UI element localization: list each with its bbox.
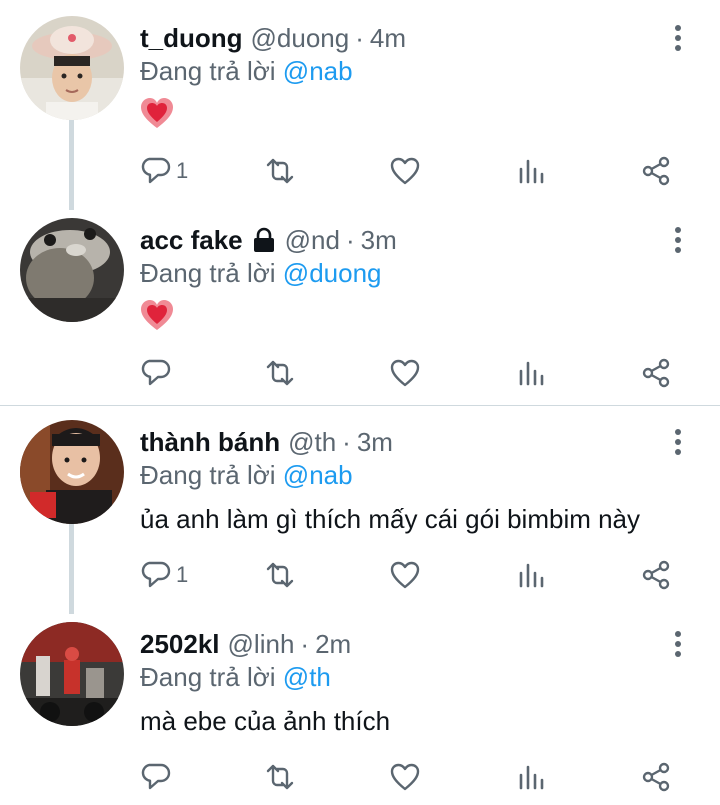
more-icon[interactable] bbox=[666, 24, 690, 52]
views-button[interactable] bbox=[516, 558, 548, 592]
share-button[interactable] bbox=[640, 558, 672, 592]
replying-to: Đang trả lời @nab bbox=[140, 56, 353, 87]
reply-button[interactable]: 1 bbox=[140, 558, 188, 592]
views-icon bbox=[519, 765, 544, 790]
retweet-icon bbox=[266, 360, 294, 386]
avatar[interactable] bbox=[20, 622, 124, 726]
more-icon[interactable] bbox=[666, 428, 690, 456]
replying-prefix: Đang trả lời bbox=[140, 460, 276, 490]
like-button[interactable] bbox=[389, 356, 421, 390]
timestamp[interactable]: 3m bbox=[357, 427, 393, 458]
mention-link[interactable]: @nab bbox=[283, 56, 353, 86]
separator-dot: · bbox=[355, 22, 364, 53]
display-name[interactable]: thành bánh bbox=[140, 427, 280, 458]
tweet-header: 2502kl @linh · 2m bbox=[140, 624, 351, 664]
share-icon bbox=[642, 762, 670, 792]
like-button[interactable] bbox=[389, 558, 421, 592]
tweet[interactable]: 2502kl @linh · 2m Đang trả lời @th mà eb… bbox=[0, 606, 720, 805]
retweet-button[interactable] bbox=[264, 154, 296, 188]
replying-prefix: Đang trả lời bbox=[140, 258, 276, 288]
separator-dot: · bbox=[300, 628, 310, 659]
display-name[interactable]: 2502kl bbox=[140, 629, 220, 660]
reply-count: 1 bbox=[176, 562, 189, 587]
like-icon bbox=[390, 561, 420, 589]
lock-icon bbox=[253, 227, 274, 252]
tweet-text: ủa anh làm gì thích mấy cái gói bimbim n… bbox=[140, 504, 641, 534]
user-handle[interactable]: @linh bbox=[228, 629, 295, 660]
reply-icon bbox=[141, 763, 171, 790]
action-bar bbox=[0, 758, 720, 798]
reply-icon bbox=[141, 157, 171, 184]
share-icon bbox=[642, 358, 670, 388]
tweet-text: mà ebe của ảnh thích bbox=[140, 706, 391, 736]
display-name[interactable]: t_duong bbox=[140, 23, 243, 54]
reply-button[interactable] bbox=[140, 356, 176, 390]
views-icon bbox=[519, 159, 544, 184]
user-handle[interactable]: @th bbox=[288, 427, 336, 458]
retweet-button[interactable] bbox=[264, 558, 296, 592]
separator-dot: · bbox=[345, 224, 355, 255]
retweet-icon bbox=[266, 764, 294, 790]
views-button[interactable] bbox=[516, 154, 548, 188]
views-button[interactable] bbox=[516, 760, 548, 794]
user-handle[interactable]: @nd bbox=[285, 225, 340, 256]
display-name[interactable]: acc fake bbox=[140, 225, 243, 256]
user-handle[interactable]: @duong bbox=[251, 23, 350, 54]
views-icon bbox=[519, 361, 544, 386]
tweet-header: t_duong @duong · 4m bbox=[140, 18, 406, 58]
reply-icon bbox=[141, 359, 171, 386]
more-icon[interactable] bbox=[666, 226, 690, 254]
share-button[interactable] bbox=[640, 760, 672, 794]
tweet[interactable]: thành bánh @th · 3m Đang trả lời @nab ủa… bbox=[0, 404, 720, 614]
tweet[interactable]: acc fake @nd · 3m Đang trả lời @duong bbox=[0, 202, 720, 404]
avatar[interactable] bbox=[20, 218, 124, 322]
retweet-button[interactable] bbox=[264, 760, 296, 794]
tweet-header: thành bánh @th · 3m bbox=[140, 422, 393, 462]
timestamp[interactable]: 2m bbox=[315, 629, 351, 660]
like-icon bbox=[390, 763, 420, 791]
reply-count: 1 bbox=[176, 158, 189, 183]
action-bar: 1 bbox=[0, 152, 720, 192]
more-icon[interactable] bbox=[666, 630, 690, 658]
replying-prefix: Đang trả lời bbox=[140, 56, 276, 86]
mention-link[interactable]: @th bbox=[283, 662, 331, 692]
share-button[interactable] bbox=[640, 356, 672, 390]
timestamp[interactable]: 4m bbox=[370, 23, 406, 54]
reply-icon bbox=[141, 561, 171, 588]
retweet-icon bbox=[266, 562, 294, 588]
action-bar bbox=[0, 354, 720, 394]
timestamp[interactable]: 3m bbox=[361, 225, 397, 256]
heart-emoji bbox=[141, 300, 173, 330]
like-icon bbox=[390, 157, 420, 185]
reply-button[interactable] bbox=[140, 760, 176, 794]
like-button[interactable] bbox=[389, 760, 421, 794]
share-button[interactable] bbox=[640, 154, 672, 188]
like-button[interactable] bbox=[389, 154, 421, 188]
like-icon bbox=[390, 359, 420, 387]
views-button[interactable] bbox=[516, 356, 548, 390]
replying-to: Đang trả lời @duong bbox=[140, 258, 382, 289]
action-bar: 1 bbox=[0, 556, 720, 596]
mention-link[interactable]: @nab bbox=[283, 460, 353, 490]
views-icon bbox=[519, 563, 544, 588]
reply-button[interactable]: 1 bbox=[140, 154, 188, 188]
replying-to: Đang trả lời @nab bbox=[140, 460, 353, 491]
tweet[interactable]: t_duong @duong · 4m Đang trả lời @nab 1 bbox=[0, 0, 720, 210]
separator-dot: · bbox=[342, 426, 351, 457]
replying-prefix: Đang trả lời bbox=[140, 662, 276, 692]
avatar[interactable] bbox=[20, 16, 124, 120]
tweet-header: acc fake @nd · 3m bbox=[140, 220, 397, 260]
share-icon bbox=[642, 560, 670, 590]
share-icon bbox=[642, 156, 670, 186]
mention-link[interactable]: @duong bbox=[283, 258, 382, 288]
avatar[interactable] bbox=[20, 420, 124, 524]
heart-emoji bbox=[141, 98, 173, 128]
replying-to: Đang trả lời @th bbox=[140, 662, 331, 693]
retweet-icon bbox=[266, 158, 294, 184]
retweet-button[interactable] bbox=[264, 356, 296, 390]
